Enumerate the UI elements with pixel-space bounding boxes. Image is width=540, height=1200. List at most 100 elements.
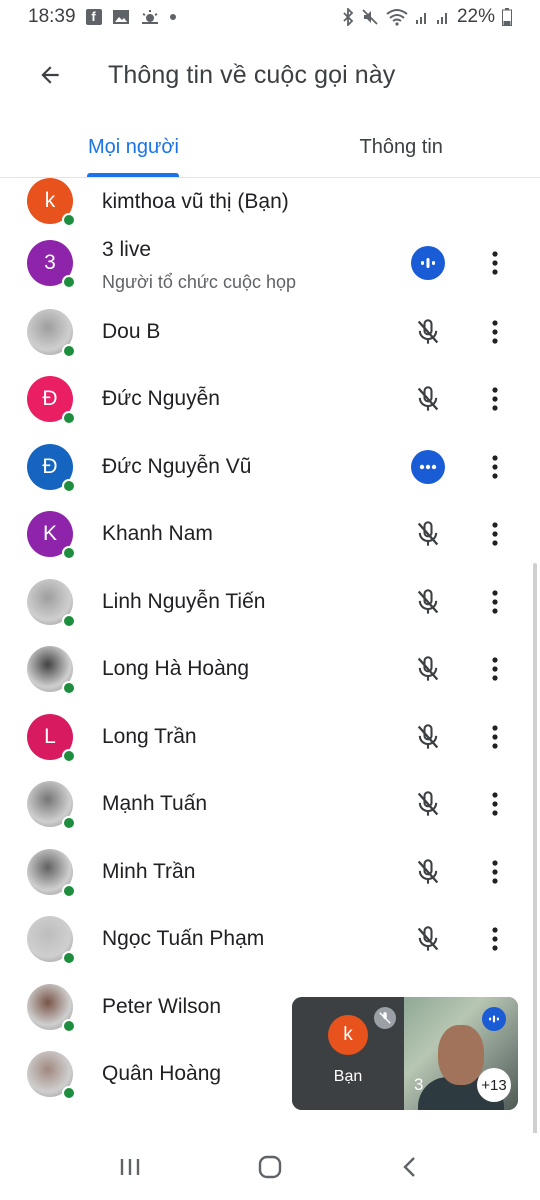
status-bar: 18:39 f 22% <box>0 0 540 34</box>
avatar: K <box>27 511 76 560</box>
home-icon <box>258 1155 282 1178</box>
mic-off-button[interactable] <box>411 585 445 619</box>
more-vert-icon <box>492 387 498 411</box>
participant-row[interactable]: Dou B <box>0 303 540 367</box>
participant-name: Long Trần <box>102 725 197 748</box>
tab-people[interactable]: Mọi người <box>0 118 269 177</box>
participant-row[interactable]: 3 3 live Người tổ chức cuộc họp <box>0 234 540 298</box>
participant-row[interactable]: Đ Đức Nguyễn Vũ <box>0 438 540 502</box>
participant-row[interactable]: Minh Trần <box>0 843 540 907</box>
avatar-initial: Đ <box>42 455 58 478</box>
participant-name: Linh Nguyễn Tiến <box>102 590 266 613</box>
online-indicator <box>62 344 76 358</box>
tab-info[interactable]: Thông tin <box>269 118 540 177</box>
participant-name: Long Hà Hoàng <box>102 657 250 680</box>
more-vert-icon <box>492 522 498 546</box>
participant-row[interactable]: Đ Đức Nguyễn <box>0 370 540 434</box>
participant-name: Mạnh Tuấn <box>102 792 208 815</box>
participant-row[interactable]: K Khanh Nam <box>0 505 540 569</box>
online-indicator <box>62 479 76 493</box>
avatar <box>27 916 76 965</box>
participant-name: Dou B <box>102 320 161 343</box>
mic-off-button[interactable] <box>411 787 445 821</box>
tab-bar: Mọi người Thông tin <box>0 118 540 178</box>
online-indicator <box>62 951 76 965</box>
mic-off-icon <box>417 656 439 681</box>
more-participants-count[interactable]: +13 <box>477 1068 511 1102</box>
self-tile: k Bạn <box>292 997 404 1110</box>
avatar: k <box>27 178 76 227</box>
self-avatar: k <box>328 1015 368 1055</box>
avatar <box>27 579 76 628</box>
more-vert-icon <box>492 792 498 816</box>
participant-row[interactable]: Long Hà Hoàng <box>0 640 540 704</box>
self-preview[interactable]: k Bạn 3 +13 <box>292 997 518 1110</box>
mic-off-button[interactable] <box>411 720 445 754</box>
speaking-indicator[interactable] <box>411 450 445 484</box>
recent-apps-button[interactable] <box>100 1137 160 1197</box>
facebook-icon: f <box>85 9 102 25</box>
more-options-button[interactable] <box>481 652 509 686</box>
participant-name: kimthoa vũ thị (Bạn) <box>102 190 289 213</box>
mic-off-icon <box>417 926 439 951</box>
speaking-dots-icon <box>419 464 437 470</box>
more-options-button[interactable] <box>481 450 509 484</box>
gallery-icon <box>112 9 130 25</box>
online-indicator <box>62 681 76 695</box>
participant-row[interactable]: Mạnh Tuấn <box>0 775 540 839</box>
online-indicator <box>62 816 76 830</box>
speaking-indicator[interactable] <box>411 246 445 280</box>
online-indicator <box>62 411 76 425</box>
more-options-button[interactable] <box>481 315 509 349</box>
mic-off-button[interactable] <box>411 382 445 416</box>
more-vert-icon <box>492 455 498 479</box>
avatar <box>27 1051 76 1100</box>
participant-name: Peter Wilson <box>102 995 222 1018</box>
avatar <box>27 849 76 898</box>
avatar-initial: k <box>44 189 56 212</box>
tab-indicator <box>87 173 179 177</box>
video-tile-number: 3 <box>414 1075 424 1094</box>
dot-icon <box>169 14 176 20</box>
nav-back-button[interactable] <box>380 1137 440 1197</box>
more-vert-icon <box>492 251 498 275</box>
speaking-bars-icon <box>421 258 435 268</box>
more-options-button[interactable] <box>481 720 509 754</box>
participant-row[interactable]: L Long Trần <box>0 708 540 772</box>
participant-list[interactable]: k kimthoa vũ thị (Bạn) 3 3 live Người tổ chứ… <box>0 178 540 1133</box>
participant-name: Minh Trần <box>102 860 196 883</box>
video-tile[interactable]: 3 +13 <box>404 997 518 1110</box>
participant-row[interactable]: Ngọc Tuấn Phạm <box>0 910 540 974</box>
navigation-bar <box>0 1133 540 1200</box>
more-options-button[interactable] <box>481 855 509 889</box>
weather-icon <box>140 9 160 25</box>
back-button[interactable] <box>20 45 80 105</box>
avatar-initial: Đ <box>42 387 58 410</box>
self-label: Bạn <box>333 1068 363 1085</box>
more-options-button[interactable] <box>481 585 509 619</box>
more-vert-icon <box>492 860 498 884</box>
signal-icon <box>415 9 429 25</box>
mic-off-button[interactable] <box>411 652 445 686</box>
more-options-button[interactable] <box>481 787 509 821</box>
mic-off-icon <box>417 589 439 614</box>
participant-row[interactable]: Linh Nguyễn Tiến <box>0 573 540 637</box>
online-indicator <box>62 275 76 289</box>
more-vert-icon <box>492 320 498 344</box>
participant-row[interactable]: k kimthoa vũ thị (Bạn) <box>0 178 540 242</box>
more-options-button[interactable] <box>481 922 509 956</box>
avatar: Đ <box>27 376 76 425</box>
mic-off-button[interactable] <box>411 315 445 349</box>
avatar <box>27 781 76 830</box>
mic-off-button[interactable] <box>411 855 445 889</box>
more-options-button[interactable] <box>481 517 509 551</box>
mic-off-button[interactable] <box>411 922 445 956</box>
wifi-icon <box>386 8 408 26</box>
avatar <box>27 309 76 358</box>
mic-off-button[interactable] <box>411 517 445 551</box>
online-indicator <box>62 213 76 227</box>
more-options-button[interactable] <box>481 382 509 416</box>
more-options-button[interactable] <box>481 246 509 280</box>
home-button[interactable] <box>240 1137 300 1197</box>
mic-off-icon <box>417 724 439 749</box>
